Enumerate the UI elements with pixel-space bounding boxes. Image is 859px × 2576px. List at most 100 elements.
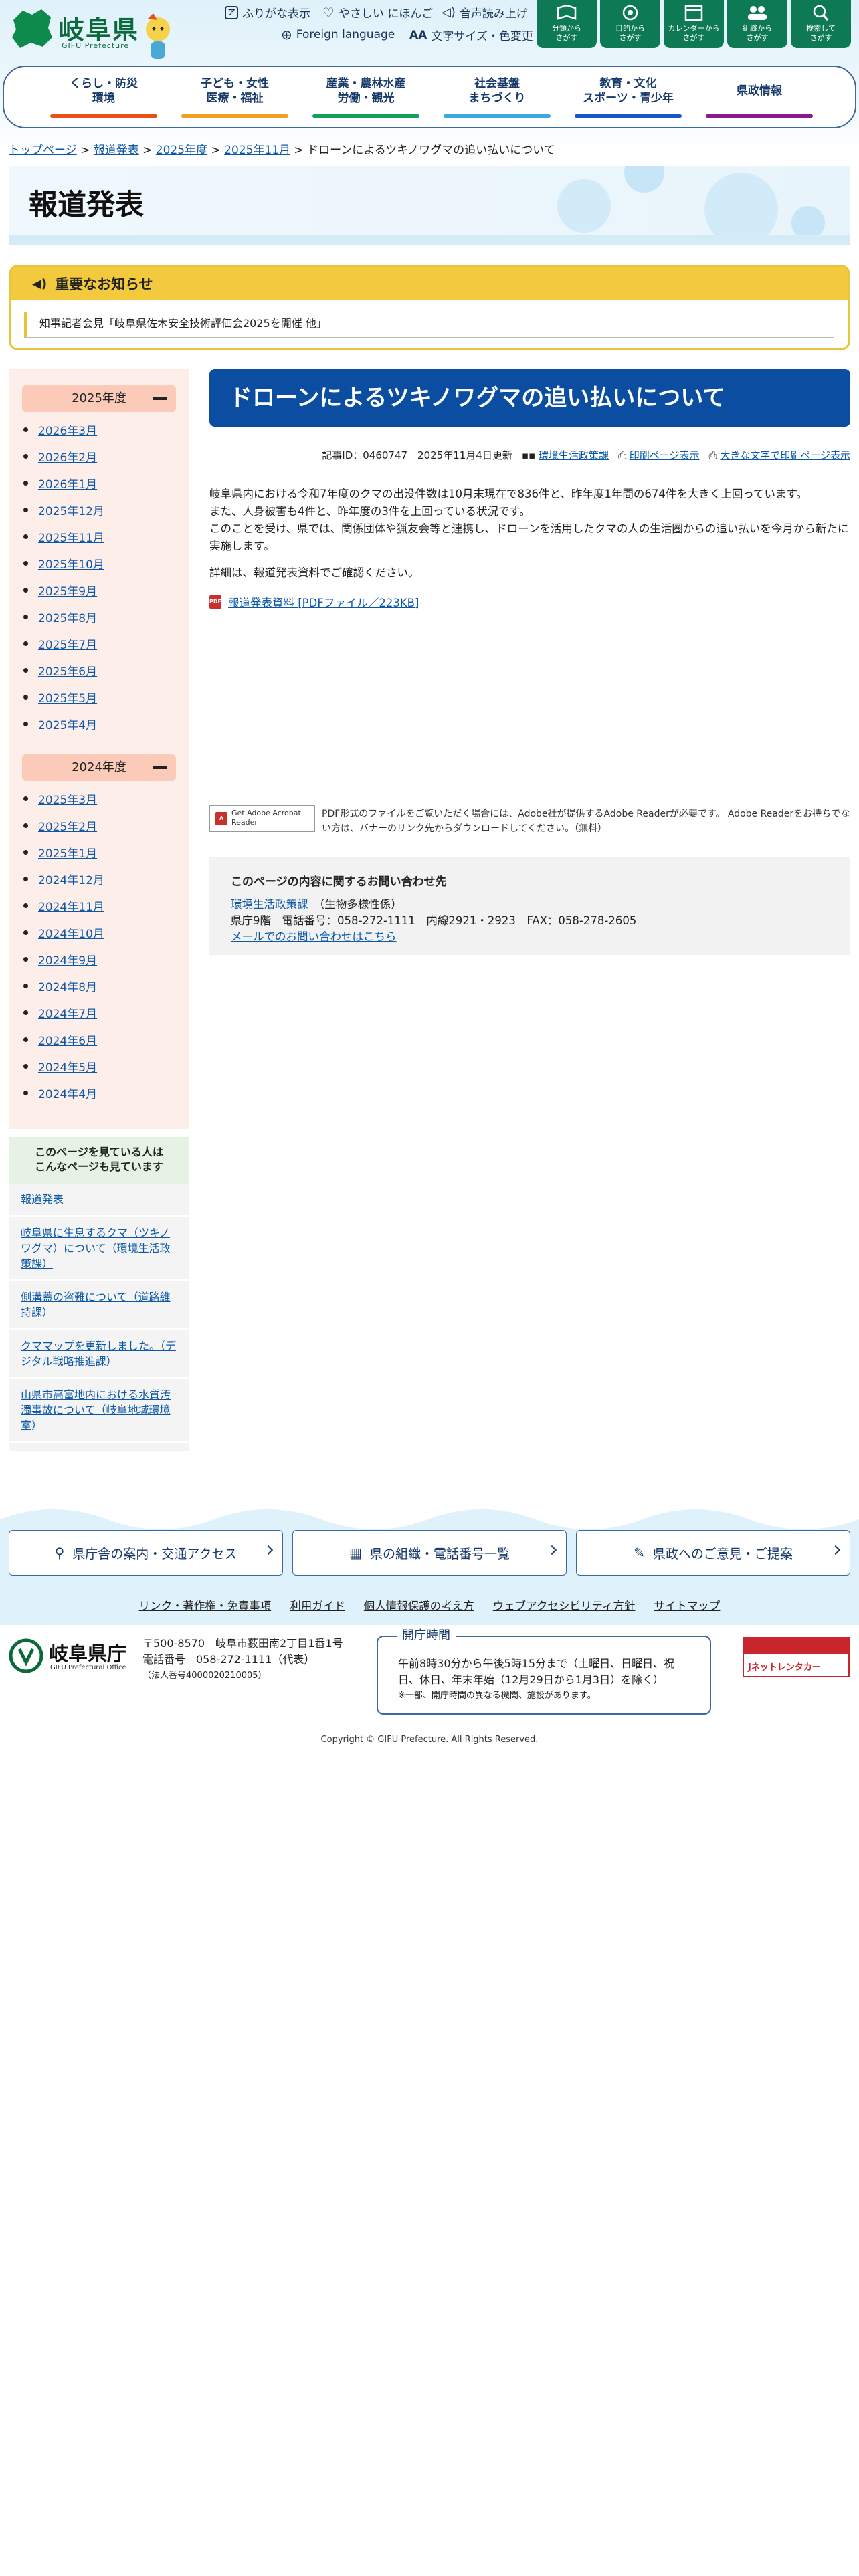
banner-text: Jネットレンタカー — [748, 1662, 821, 1673]
easy-japanese-button[interactable]: ♡ やさしい にほんご — [322, 4, 433, 21]
month-link[interactable]: 2026年2月 — [23, 448, 104, 475]
furigana-icon: ア — [225, 5, 238, 19]
contact-mail-row: メールでのお問い合わせはこちら — [231, 929, 829, 945]
adobe-reader-notice: A Get Adobe Acrobat Reader PDF形式のファイルをご覧… — [209, 805, 850, 834]
printer-icon: ⎙ — [618, 449, 627, 461]
related-link[interactable]: 岐阜県に生息するクマ（ツキノワグマ）について（環境生活政策課） — [9, 1217, 189, 1281]
month-link[interactable]: 2025年4月 — [23, 716, 104, 742]
print-link[interactable]: ⎙ 印刷ページ表示 — [618, 448, 700, 462]
search-by-category-button[interactable]: 分類から さがす — [537, 0, 597, 48]
footer-link[interactable]: リンク・著作権・免責事項 — [139, 1597, 272, 1613]
nav-item-government[interactable]: 県政情報 — [702, 74, 816, 122]
chevron-right-icon — [830, 1545, 841, 1555]
grid-icon: ▪▪ — [521, 449, 536, 461]
related-link[interactable]: クママップを更新しました。（デジタル戦略推進課） — [9, 1330, 189, 1379]
people-icon — [748, 6, 767, 20]
search-by-purpose-button[interactable]: 目的から さがす — [600, 0, 660, 48]
footer-link[interactable]: 個人情報保護の考え方 — [364, 1597, 474, 1613]
contact-mail-link[interactable]: メールでのお問い合わせはこちら — [231, 930, 397, 943]
jnet-rentacar-banner[interactable]: Jネットレンタカー — [743, 1637, 850, 1677]
sidebar-archive: 2025年度 2026年3月 2026年2月 2026年1月 2025年12月 … — [9, 369, 189, 1129]
sidebar-related: このページを見ている人は こんなページも見ています 報道発表 岐阜県に生息するク… — [9, 1137, 189, 1451]
month-link[interactable]: 2024年4月 — [23, 1085, 104, 1111]
text-size-button[interactable]: AA 文字サイズ・色変更 — [409, 27, 533, 44]
pdf-icon: PDF — [209, 595, 221, 609]
body-paragraph: このことを受け、県では、関係団体や猟友会等と連携し、ドローンを活用したクマの人の… — [209, 522, 849, 552]
year-toggle-2024[interactable]: 2024年度 — [22, 754, 176, 781]
month-link[interactable]: 2025年2月 — [23, 817, 104, 844]
nav-item-infrastructure[interactable]: 社会基盤 まちづくり — [440, 74, 554, 122]
month-link[interactable]: 2025年5月 — [23, 689, 104, 716]
search-button[interactable]: 検索して さがす — [791, 0, 851, 48]
month-link[interactable]: 2024年12月 — [23, 871, 104, 897]
article-meta: 記事ID：0460747 2025年11月4日更新 ▪▪ 環境生活政策課 ⎙ 印… — [322, 448, 850, 462]
related-link[interactable]: 側溝蓋の盗難について（道路維持課） — [9, 1281, 189, 1330]
related-link[interactable]: 報道発表 — [9, 1184, 189, 1217]
dept-link[interactable]: ▪▪ 環境生活政策課 — [522, 448, 609, 462]
contact-dept-link[interactable]: 環境生活政策課 — [231, 898, 308, 911]
gifu-map-icon — [12, 9, 52, 48]
building-icon: ▦ — [349, 1545, 362, 1561]
body-paragraph: また、人身被害も4件と、昨年度の3件を上回っている状況です。 — [209, 505, 531, 518]
month-link[interactable]: 2024年9月 — [23, 951, 104, 978]
related-link[interactable]: 山県市高富地内における水質汚濁事故について（岐阜地域環境室） — [9, 1379, 189, 1443]
access-button[interactable]: ⚲ 県庁舎の案内・交通アクセス — [9, 1530, 283, 1576]
organization-list-button[interactable]: ▦ 県の組織・電話番号一覧 — [292, 1530, 567, 1576]
month-link[interactable]: 2025年3月 — [23, 790, 104, 817]
foreign-language-button[interactable]: ⊕ Foreign language — [281, 27, 395, 43]
month-link[interactable]: 2024年11月 — [23, 897, 104, 924]
month-link[interactable]: 2025年11月 — [23, 528, 104, 555]
year-toggle-2025[interactable]: 2025年度 — [22, 385, 176, 412]
month-link[interactable]: 2024年10月 — [23, 924, 104, 951]
notice-link[interactable]: 知事記者会見「岐阜県佐木安全技術評価会2025を開催 他」 — [39, 317, 327, 330]
month-link[interactable]: 2024年6月 — [23, 1031, 104, 1058]
month-link[interactable]: 2025年10月 — [23, 555, 104, 582]
month-link[interactable]: 2024年7月 — [23, 1004, 104, 1031]
search-icon — [813, 5, 829, 21]
nav-color-bar — [50, 114, 157, 118]
search-by-organization-button[interactable]: 組織から さがす — [727, 0, 787, 48]
pdf-attachment[interactable]: PDF 報道発表資料 [PDFファイル／223KB] — [209, 594, 419, 610]
breadcrumb-month[interactable]: 2025年11月 — [224, 144, 290, 157]
speaker-icon: ◁) — [442, 5, 456, 19]
logo-text: 岐阜県 — [59, 15, 140, 45]
adobe-reader-banner[interactable]: A Get Adobe Acrobat Reader — [209, 805, 315, 832]
nav-color-bar — [575, 114, 682, 118]
footer-link[interactable]: サイトマップ — [654, 1597, 720, 1613]
breadcrumb-press[interactable]: 報道発表 — [94, 144, 139, 157]
month-link[interactable]: 2026年3月 — [23, 421, 104, 448]
contact-dept-row: 環境生活政策課 （生物多様性係） — [231, 898, 402, 911]
month-link[interactable]: 2025年6月 — [23, 662, 104, 689]
month-list-2025: 2026年3月 2026年2月 2026年1月 2025年12月 2025年11… — [23, 421, 104, 742]
body-paragraph: 詳細は、報道発表資料でご確認ください。 — [209, 566, 419, 579]
feedback-button[interactable]: ✎ 県政へのご意見・ご提案 — [576, 1530, 850, 1576]
pdf-link[interactable]: 報道発表資料 [PDFファイル／223KB] — [228, 594, 419, 610]
prefecture-emblem-icon — [9, 1638, 43, 1673]
footer-link[interactable]: ウェブアクセシビリティ方針 — [493, 1597, 636, 1613]
month-link[interactable]: 2024年5月 — [23, 1058, 104, 1085]
month-link[interactable]: 2024年8月 — [23, 978, 104, 1004]
footer-link[interactable]: 利用ガイド — [290, 1597, 345, 1613]
month-link[interactable]: 2025年12月 — [23, 502, 104, 528]
page: 岐阜県 GIFU Prefecture アふりがな表示 ♡ やさしい にほんご ◁… — [0, 0, 859, 2576]
month-link[interactable]: 2026年1月 — [23, 475, 104, 502]
month-link[interactable]: 2025年8月 — [23, 609, 104, 635]
mascot-icon — [146, 13, 170, 59]
month-link[interactable]: 2025年7月 — [23, 635, 104, 662]
month-link[interactable]: 2025年1月 — [23, 844, 104, 871]
footer-org-sub: GIFU Prefectural Office — [50, 1664, 126, 1671]
notice-heading: ◀) 重要なお知らせ — [11, 267, 848, 300]
nav-item-life[interactable]: くらし・防災 環境 — [47, 74, 161, 122]
month-link[interactable]: 2025年9月 — [23, 582, 104, 609]
logo-subtitle: GIFU Prefecture — [62, 41, 130, 50]
decor-circle — [624, 166, 664, 193]
nav-item-education[interactable]: 教育・文化 スポーツ・青少年 — [571, 74, 685, 122]
text-to-speech-button[interactable]: ◁) 音声読み上げ — [442, 4, 528, 21]
search-by-calendar-button[interactable]: カレンダーから さがす — [664, 0, 724, 48]
print-large-link[interactable]: ⎙ 大きな文字で印刷ページ表示 — [709, 448, 851, 462]
breadcrumb-top[interactable]: トップページ — [9, 144, 77, 157]
breadcrumb-year[interactable]: 2025年度 — [156, 144, 207, 157]
nav-item-industry[interactable]: 産業・農林水産 労働・観光 — [309, 74, 423, 122]
nav-item-children[interactable]: 子ども・女性 医療・福祉 — [178, 74, 292, 122]
furigana-button[interactable]: アふりがな表示 — [225, 4, 310, 21]
